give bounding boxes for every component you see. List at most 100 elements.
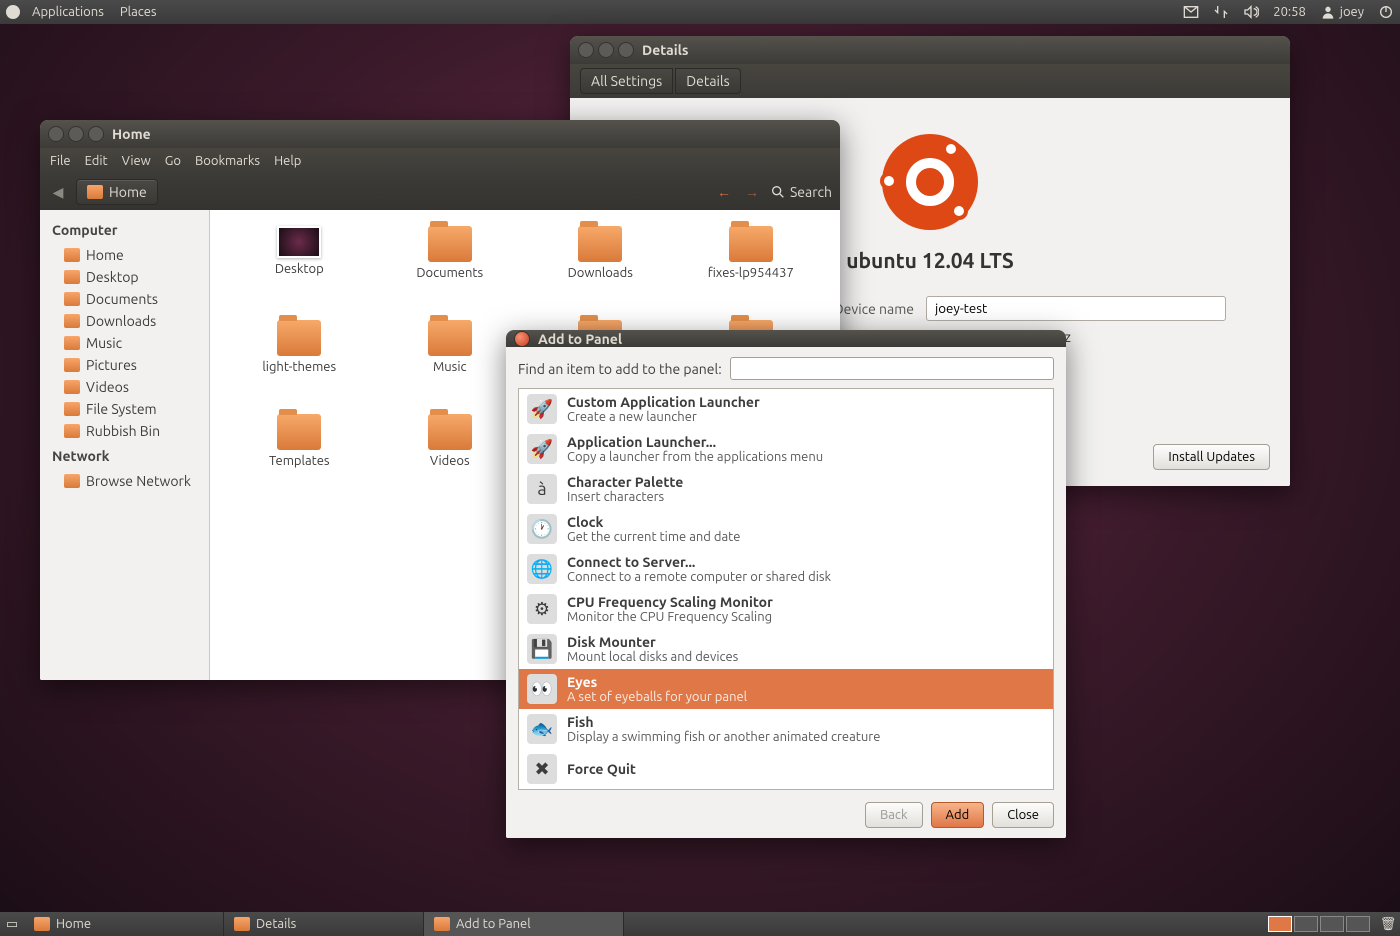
menu-bookmarks[interactable]: Bookmarks <box>195 154 260 168</box>
back-button[interactable]: Back <box>865 802 923 828</box>
folder-icon <box>428 320 472 356</box>
applet-eyes[interactable]: 👀EyesA set of eyeballs for your panel <box>519 669 1053 709</box>
back-icon[interactable]: ← <box>714 182 734 202</box>
applet-application-launcher-[interactable]: 🚀Application Launcher...Copy a launcher … <box>519 429 1053 469</box>
sidebar-item-file-system[interactable]: File System <box>40 398 209 420</box>
sidebar-item-pictures[interactable]: Pictures <box>40 354 209 376</box>
addpanel-title: Add to Panel <box>538 331 622 347</box>
folder-icon <box>729 226 773 262</box>
file-music[interactable]: Music <box>377 320 524 410</box>
file-templates[interactable]: Templates <box>226 414 373 504</box>
forward-icon[interactable]: → <box>742 182 762 202</box>
applet-icon: ⚙ <box>527 594 557 624</box>
file-light-themes[interactable]: light-themes <box>226 320 373 410</box>
power-icon[interactable] <box>1378 4 1394 20</box>
sidebar-item-rubbish-bin[interactable]: Rubbish Bin <box>40 420 209 442</box>
menu-go[interactable]: Go <box>165 154 181 168</box>
applet-list[interactable]: 🚀Custom Application LauncherCreate a new… <box>518 388 1054 790</box>
device-name-input[interactable] <box>926 296 1226 321</box>
minimize-icon[interactable] <box>68 126 84 142</box>
workspace-4[interactable] <box>1346 916 1370 932</box>
applet-disk-mounter[interactable]: 💾Disk MounterMount local disks and devic… <box>519 629 1053 669</box>
folder-icon <box>64 248 80 262</box>
task-home[interactable]: Home <box>24 912 224 936</box>
folder-icon <box>277 414 321 450</box>
trash-icon[interactable]: 🗑 <box>1376 917 1400 932</box>
folder-icon <box>64 336 80 350</box>
system-tray: 20:58 joey <box>1183 4 1394 20</box>
sidebar-item-desktop[interactable]: Desktop <box>40 266 209 288</box>
find-input[interactable] <box>730 357 1054 380</box>
close-button[interactable]: Close <box>992 802 1054 828</box>
path-home-button[interactable]: Home <box>76 179 158 205</box>
add-button[interactable]: Add <box>931 802 985 828</box>
sidebar-item-browse-network[interactable]: Browse Network <box>40 470 209 492</box>
show-desktop-icon[interactable]: ▭ <box>0 917 24 932</box>
file-desktop[interactable]: Desktop <box>226 226 373 316</box>
close-icon[interactable] <box>48 126 64 142</box>
folder-icon <box>277 320 321 356</box>
sidebar-item-home[interactable]: Home <box>40 244 209 266</box>
file-fixes-lp954437[interactable]: fixes-lp954437 <box>678 226 825 316</box>
sidebar-computer-header: Computer <box>40 216 209 244</box>
ubuntu-logo-large-icon <box>882 134 978 230</box>
applet-icon: ✖ <box>527 754 557 784</box>
places-menu[interactable]: Places <box>112 5 165 19</box>
mail-icon[interactable] <box>1183 4 1199 20</box>
applications-menu[interactable]: Applications <box>24 5 112 19</box>
applet-connect-to-server-[interactable]: 🌐Connect to Server...Connect to a remote… <box>519 549 1053 589</box>
install-updates-button[interactable]: Install Updates <box>1153 444 1270 470</box>
sidebar-item-music[interactable]: Music <box>40 332 209 354</box>
menu-help[interactable]: Help <box>274 154 301 168</box>
sidebar-item-videos[interactable]: Videos <box>40 376 209 398</box>
maximize-icon[interactable] <box>88 126 104 142</box>
file-documents[interactable]: Documents <box>377 226 524 316</box>
network-icon[interactable] <box>1213 4 1229 20</box>
user-menu[interactable]: joey <box>1320 4 1364 20</box>
sidebar-item-documents[interactable]: Documents <box>40 288 209 310</box>
workspace-3[interactable] <box>1320 916 1344 932</box>
os-title: ubuntu 12.04 LTS <box>846 248 1014 272</box>
applet-custom-application-launcher[interactable]: 🚀Custom Application LauncherCreate a new… <box>519 389 1053 429</box>
task-icon <box>34 917 50 931</box>
maximize-icon[interactable] <box>618 42 634 58</box>
folder-icon <box>64 270 80 284</box>
file-downloads[interactable]: Downloads <box>527 226 674 316</box>
collapse-sidebar-icon[interactable]: ◀ <box>48 182 68 202</box>
nautilus-sidebar: Computer HomeDesktopDocumentsDownloadsMu… <box>40 210 210 680</box>
applet-cpu-frequency-scaling-monitor[interactable]: ⚙CPU Frequency Scaling MonitorMonitor th… <box>519 589 1053 629</box>
close-icon[interactable] <box>514 331 530 347</box>
applet-fish[interactable]: 🐟FishDisplay a swimming fish or another … <box>519 709 1053 749</box>
sound-icon[interactable] <box>1243 4 1259 20</box>
workspace-2[interactable] <box>1294 916 1318 932</box>
applet-icon: 🕐 <box>527 514 557 544</box>
task-details[interactable]: Details <box>224 912 424 936</box>
top-panel: Applications Places 20:58 joey <box>0 0 1400 24</box>
details-titlebar[interactable]: Details <box>570 36 1290 64</box>
addpanel-titlebar[interactable]: Add to Panel <box>506 330 1066 347</box>
details-breadcrumb[interactable]: Details <box>675 68 740 94</box>
sidebar-item-downloads[interactable]: Downloads <box>40 310 209 332</box>
workspace-1[interactable] <box>1268 916 1292 932</box>
menu-file[interactable]: File <box>50 154 71 168</box>
task-add-to-panel[interactable]: Add to Panel <box>424 912 624 936</box>
applet-icon: 👀 <box>527 674 557 704</box>
folder-icon <box>64 292 80 306</box>
menu-view[interactable]: View <box>122 154 151 168</box>
folder-icon <box>64 380 80 394</box>
applet-character-palette[interactable]: àCharacter PaletteInsert characters <box>519 469 1053 509</box>
nautilus-titlebar[interactable]: Home <box>40 120 840 148</box>
close-icon[interactable] <box>578 42 594 58</box>
workspace-switcher[interactable] <box>1262 914 1376 934</box>
menu-edit[interactable]: Edit <box>85 154 108 168</box>
clock[interactable]: 20:58 <box>1273 5 1306 19</box>
minimize-icon[interactable] <box>598 42 614 58</box>
applet-clock[interactable]: 🕐ClockGet the current time and date <box>519 509 1053 549</box>
ubuntu-logo-icon[interactable] <box>6 5 20 19</box>
applet-force-quit[interactable]: ✖Force Quit <box>519 749 1053 789</box>
all-settings-button[interactable]: All Settings <box>580 68 673 94</box>
applet-icon: 💾 <box>527 634 557 664</box>
search-button[interactable]: Search <box>770 184 832 200</box>
file-videos[interactable]: Videos <box>377 414 524 504</box>
folder-icon <box>428 414 472 450</box>
